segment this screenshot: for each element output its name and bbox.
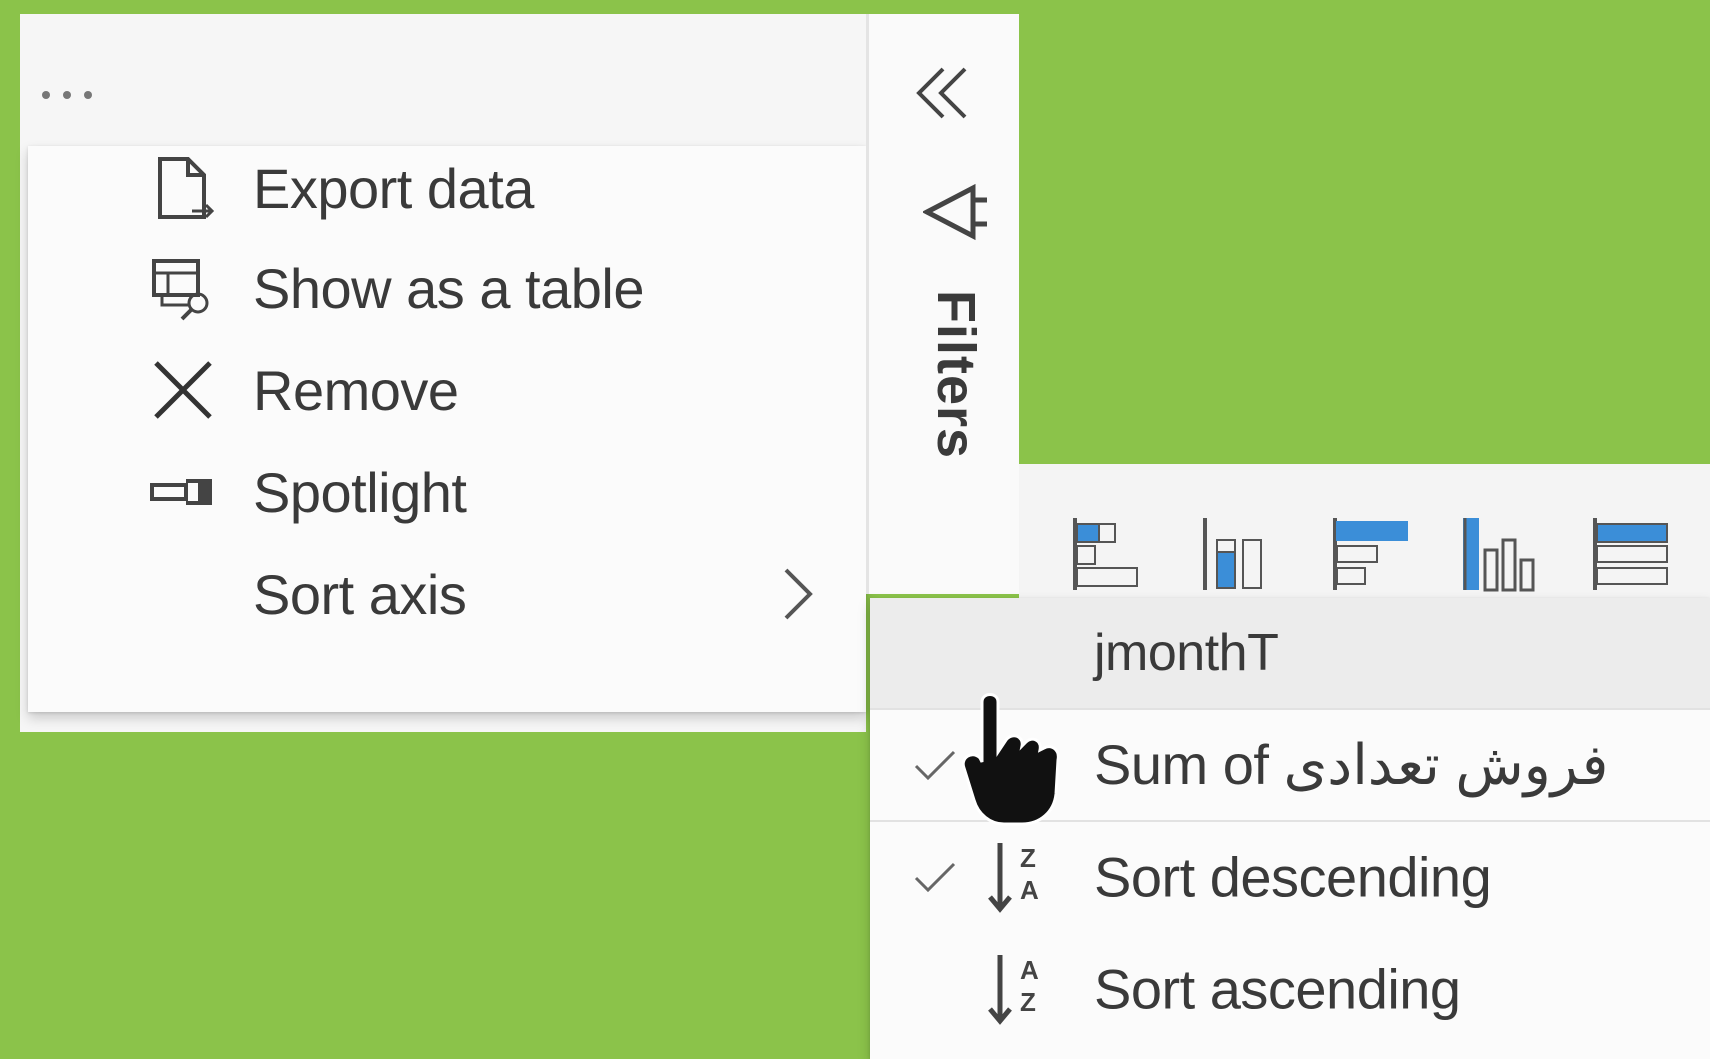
menu-item-label: Show as a table <box>253 256 644 320</box>
sort-field-label: Sum of فروش تعدادی <box>1094 733 1609 796</box>
menu-item-label: Sort axis <box>253 562 467 626</box>
sort-descending-icon: Z A <box>982 837 1062 917</box>
svg-text:Z: Z <box>1020 987 1036 1017</box>
checkmark-icon <box>910 740 960 790</box>
show-as-table-icon <box>143 248 223 328</box>
more-options-dot <box>42 91 50 99</box>
double-chevron-left-icon[interactable] <box>909 59 979 129</box>
sort-field-label: jmonthT <box>1094 624 1279 682</box>
menu-item-spotlight[interactable]: Spotlight <box>28 442 866 542</box>
menu-item-label: Export data <box>253 156 534 220</box>
filters-label[interactable]: Filters <box>925 290 987 459</box>
close-icon <box>143 350 223 430</box>
menu-item-show-as-table[interactable]: Show as a table <box>28 238 866 338</box>
filters-pane-collapsed[interactable]: Filters <box>866 14 1019 594</box>
export-data-icon <box>143 148 223 228</box>
sort-option-label: Sort ascending <box>1094 957 1461 1021</box>
clustered-column-chart-icon[interactable] <box>1459 514 1539 594</box>
menu-item-label: Spotlight <box>253 460 467 524</box>
sort-ascending-icon: A Z <box>982 949 1062 1029</box>
stacked-bar-chart-icon[interactable] <box>1069 514 1149 594</box>
sort-field-jmonth[interactable]: jmonthT <box>870 598 1710 708</box>
checkmark-icon <box>910 852 960 902</box>
visual-context-menu: Export data Show as a table Remove Spotl… <box>28 146 866 712</box>
sort-field-sum[interactable]: Sum of فروش تعدادی <box>870 710 1710 820</box>
svg-text:Z: Z <box>1020 843 1036 873</box>
stacked-bar-100-chart-icon[interactable] <box>1589 514 1669 594</box>
visualizations-panel <box>1019 464 1710 604</box>
stacked-column-chart-icon[interactable] <box>1199 514 1279 594</box>
menu-item-remove[interactable]: Remove <box>28 340 866 440</box>
menu-item-export-data[interactable]: Export data <box>28 138 866 238</box>
more-options-dot <box>63 91 71 99</box>
clustered-bar-chart-icon[interactable] <box>1329 514 1409 594</box>
sort-axis-submenu: jmonthT Sum of فروش تعدادی Z A Sort desc… <box>870 598 1710 1059</box>
sort-ascending-option[interactable]: A Z Sort ascending <box>870 934 1710 1044</box>
more-options-button[interactable] <box>20 70 120 120</box>
sort-option-label: Sort descending <box>1094 845 1492 909</box>
menu-item-sort-axis[interactable]: Sort axis <box>28 544 866 644</box>
spotlight-icon <box>143 452 223 532</box>
svg-text:A: A <box>1020 955 1039 985</box>
sort-descending-option[interactable]: Z A Sort descending <box>870 822 1710 932</box>
svg-text:A: A <box>1020 875 1039 905</box>
menu-item-label: Remove <box>253 358 459 422</box>
chevron-right-icon <box>768 564 828 624</box>
funnel-icon <box>921 182 993 252</box>
more-options-dot <box>84 91 92 99</box>
